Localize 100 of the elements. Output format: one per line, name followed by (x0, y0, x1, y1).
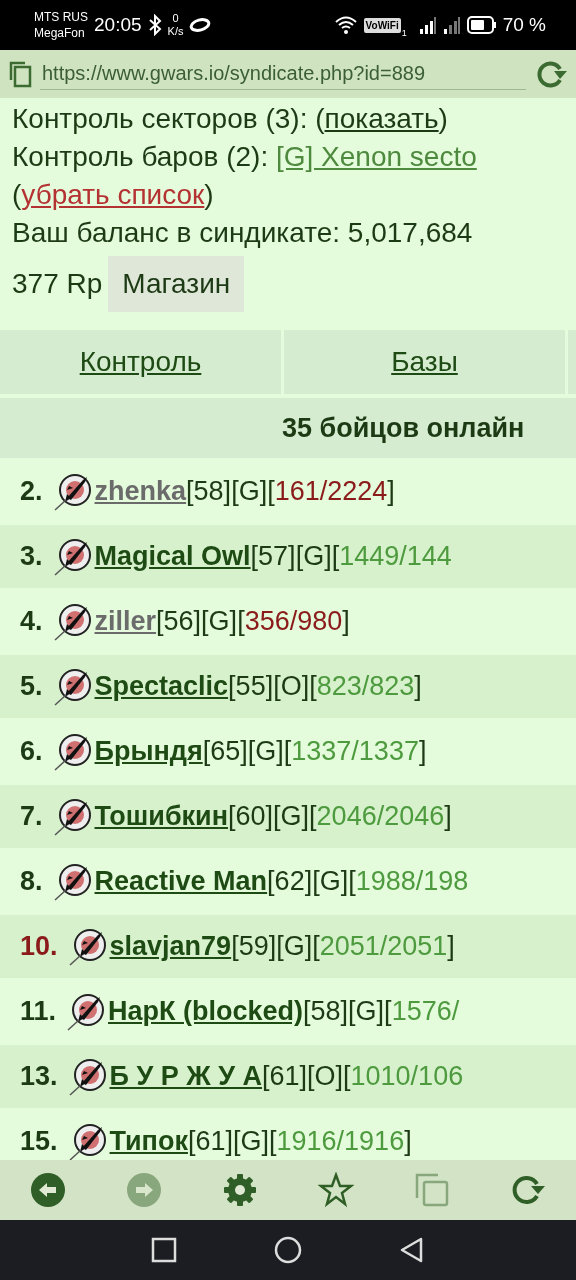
faction-text: [G] (273, 801, 310, 832)
faction-text: [O] (273, 671, 310, 702)
bracket-text: [ (343, 1061, 351, 1092)
rank-number: 5. (20, 671, 43, 702)
carrier-name: MTS RUS (34, 9, 88, 25)
rp-amount: 377 Rp (12, 268, 103, 300)
tab[interactable]: Базы (284, 330, 565, 394)
tab[interactable]: Контроль (0, 330, 281, 394)
rank-number: 7. (20, 801, 43, 832)
health-text: 1449/144 (339, 541, 452, 572)
summary-text: Контроль баров (2): (12, 141, 270, 172)
signal-icon (442, 15, 461, 35)
health-text: 1337/1337 (291, 736, 419, 767)
clock: 20:05 (94, 14, 142, 36)
faction-text: [G] (231, 476, 268, 507)
copy-icon[interactable] (8, 60, 32, 88)
rocket-emblem-icon (66, 991, 107, 1032)
rocket-emblem-icon (67, 1121, 108, 1160)
faction-text: [G] (312, 866, 349, 897)
recent-apps-button[interactable] (150, 1236, 178, 1264)
rocket-emblem-icon (67, 926, 108, 967)
bracket-text: [ (267, 476, 275, 507)
rank-number: 13. (20, 1061, 58, 1092)
fighter-name-link[interactable]: НарК (blocked) (108, 996, 304, 1027)
bookmark-button[interactable] (318, 1172, 354, 1208)
bracket-text: [ (269, 1126, 277, 1157)
faction-text: [G] (348, 996, 385, 1027)
fighter-name-link[interactable]: Spectaclic (94, 671, 229, 702)
bracket-text: [ (283, 736, 292, 767)
fighter-name-link[interactable]: Reactive Man (94, 866, 268, 897)
speed-value: 0 (172, 12, 179, 25)
health-text: 1916/1916 (276, 1126, 405, 1157)
bracket-text: [ (309, 671, 317, 702)
home-button[interactable] (273, 1235, 303, 1265)
rocket-emblem-icon (52, 601, 93, 642)
level-text: [65] (202, 736, 248, 767)
health-text: 2046/2046 (316, 801, 445, 832)
bracket-text: ] (444, 801, 452, 832)
fighter-name-link[interactable]: zhenka (94, 476, 187, 507)
ring-icon (189, 18, 212, 32)
fighter-name-link[interactable]: Типок (109, 1126, 188, 1157)
health-text: 823/823 (316, 671, 415, 702)
fighter-name-link[interactable]: Magical Owl (94, 541, 251, 572)
bracket-text: ] (342, 606, 350, 637)
wifi-icon (333, 15, 358, 35)
fighter-name-link[interactable]: ziller (94, 606, 157, 637)
bracket-text: ] (418, 736, 427, 767)
battery-icon (466, 16, 497, 34)
signal-icon (418, 15, 437, 35)
shop-button[interactable]: Магазин (108, 256, 245, 312)
fighter-name-link[interactable]: slavjan79 (109, 931, 232, 962)
bracket-text: [ (331, 541, 340, 572)
bracket-text: [ (237, 606, 245, 637)
health-text: 161/2224 (274, 476, 388, 507)
rank-number: 10. (20, 931, 58, 962)
bar-link[interactable]: [G] Xenon secto (275, 141, 477, 172)
bracket-text: [ (312, 931, 320, 962)
summary-text: Ваш баланс в синдикате: 5,017,684 (12, 217, 473, 248)
level-text: [55] (228, 671, 274, 702)
bracket-text: ] (414, 671, 422, 702)
back-button[interactable] (30, 1172, 66, 1208)
level-text: [59] (231, 931, 277, 962)
health-text: 2051/2051 (319, 931, 448, 962)
faction-text: [G] (276, 931, 313, 962)
settings-button[interactable] (222, 1172, 258, 1208)
fighter-name-link[interactable]: Брындя (94, 736, 203, 767)
health-text: 356/980 (244, 606, 343, 637)
rocket-emblem-icon (52, 731, 93, 772)
rocket-emblem-icon (52, 666, 93, 707)
rocket-emblem-icon (67, 1056, 108, 1097)
show-link[interactable]: показать (324, 103, 439, 134)
rank-number: 6. (20, 736, 43, 767)
rocket-emblem-icon (52, 536, 93, 577)
faction-text: [G] (247, 736, 284, 767)
faction-text: [G] (201, 606, 238, 637)
bracket-text: [ (384, 996, 392, 1027)
summary-text: ) (438, 103, 448, 134)
bracket-text: ] (447, 931, 455, 962)
level-text: [58] (186, 476, 232, 507)
fighter-name-link[interactable]: Б У Р Ж У А (109, 1061, 262, 1092)
level-text: [60] (228, 801, 274, 832)
reload-icon[interactable] (534, 59, 568, 89)
vowifi-badge: VoWiFi (363, 17, 401, 33)
rank-number: 2. (20, 476, 43, 507)
level-text: [61] (261, 1061, 307, 1092)
bracket-text: ] (404, 1126, 412, 1157)
summary-text: ) (204, 179, 214, 210)
speed-unit: K/s (167, 25, 184, 38)
rank-number: 4. (20, 606, 43, 637)
level-text: [61] (187, 1126, 233, 1157)
level-text: [57] (250, 541, 296, 572)
bracket-text: [ (309, 801, 317, 832)
health-text: 1988/198 (355, 866, 469, 897)
rank-number: 8. (20, 866, 43, 897)
fighter-name-link[interactable]: Тошибкин (94, 801, 228, 832)
bracket-text: [ (348, 866, 356, 897)
carrier-name: MegaFon (34, 25, 86, 41)
summary-text: ( (12, 179, 22, 210)
bluetooth-icon (147, 14, 162, 36)
sim-number: 1 (401, 28, 407, 40)
